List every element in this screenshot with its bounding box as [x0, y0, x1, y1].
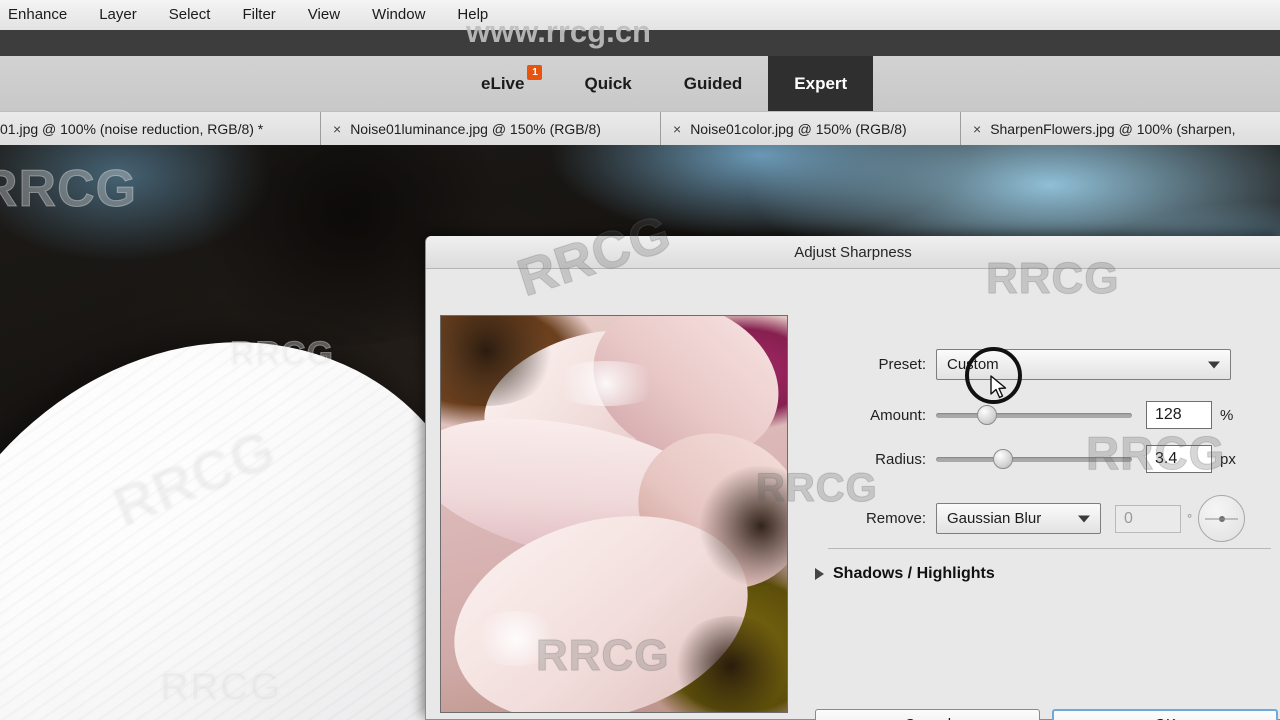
shadows-highlights-label: Shadows / Highlights: [833, 565, 995, 582]
document-tab-label: 01.jpg @ 100% (noise reduction, RGB/8) *: [0, 120, 264, 137]
amount-label: Amount:: [870, 406, 926, 424]
remove-row: Remove: Gaussian Blur 0 °: [818, 495, 1280, 542]
angle-dial-handle[interactable]: [1218, 515, 1225, 522]
section-divider: [828, 548, 1271, 549]
mode-tab-expert[interactable]: Expert: [768, 56, 874, 111]
preview-highlight: [546, 361, 666, 406]
mode-tab-elive[interactable]: eLive 1: [455, 56, 558, 111]
mode-tab-label: Guided: [683, 73, 743, 93]
close-icon[interactable]: ×: [333, 122, 341, 136]
amount-value: 128: [1155, 406, 1182, 423]
chevron-down-icon: [1208, 361, 1220, 368]
amount-row: Amount: 128 %: [818, 401, 1280, 429]
radius-row: Radius: 3.4 px: [818, 445, 1280, 473]
angle-input[interactable]: 0: [1115, 504, 1181, 533]
preview-highlight: [471, 611, 561, 666]
amount-slider-handle[interactable]: [976, 405, 997, 425]
cancel-button[interactable]: Cancel: [815, 709, 1041, 720]
preview-pane: − 100% +: [440, 276, 802, 713]
dialog-controls: Preview Preset: Custom Amount:: [815, 269, 1280, 720]
mode-tab-quick[interactable]: Quick: [558, 56, 657, 111]
amount-slider[interactable]: [936, 405, 1132, 425]
mode-tab-label: eLive: [481, 73, 525, 93]
app-root: RRCG RRCG RRCG RRCG Enhance Layer Select…: [0, 0, 1280, 720]
radius-slider-handle[interactable]: [992, 449, 1013, 469]
chevron-right-icon[interactable]: [815, 568, 824, 580]
radius-value: 3.4: [1155, 450, 1178, 467]
angle-dial[interactable]: [1198, 495, 1246, 542]
adjust-sharpness-dialog: Adjust Sharpness Preset: Custom Amount: …: [425, 204, 1280, 720]
document-tab-label: Noise01color.jpg @ 150% (RGB/8): [690, 120, 907, 137]
document-tab-label: Noise01luminance.jpg @ 150% (RGB/8): [350, 120, 601, 137]
dialog-body: − 100% + Preview Preset: Custom: [426, 269, 1280, 720]
radius-unit: px: [1220, 450, 1236, 468]
document-tab[interactable]: 01.jpg @ 100% (noise reduction, RGB/8) *: [0, 112, 321, 145]
menu-item-select[interactable]: Select: [153, 0, 227, 30]
remove-select[interactable]: Gaussian Blur: [936, 503, 1101, 534]
shadows-highlights-section[interactable]: Shadows / Highlights: [815, 565, 995, 583]
remove-select-value: Gaussian Blur: [947, 510, 1042, 527]
document-tab-label: SharpenFlowers.jpg @ 100% (sharpen,: [990, 120, 1236, 137]
radius-label: Radius:: [875, 450, 926, 468]
mouse-cursor-icon: [990, 375, 1007, 399]
menu-item-enhance[interactable]: Enhance: [0, 0, 83, 30]
menu-item-filter[interactable]: Filter: [226, 0, 291, 30]
remove-label: Remove:: [865, 510, 926, 527]
document-tab[interactable]: × Noise01color.jpg @ 150% (RGB/8): [661, 112, 961, 145]
angle-value: 0: [1124, 509, 1133, 527]
mode-tab-label: Quick: [584, 73, 632, 93]
radius-input[interactable]: 3.4: [1146, 445, 1212, 473]
menu-item-layer[interactable]: Layer: [83, 0, 153, 30]
document-tab[interactable]: × Noise01luminance.jpg @ 150% (RGB/8): [321, 112, 661, 145]
ok-button[interactable]: OK: [1052, 709, 1278, 720]
amount-unit: %: [1220, 406, 1234, 424]
close-icon[interactable]: ×: [673, 122, 681, 136]
document-tab-bar: 01.jpg @ 100% (noise reduction, RGB/8) *…: [0, 111, 1280, 145]
preset-label: Preset:: [878, 356, 926, 373]
menu-item-window[interactable]: Window: [356, 0, 441, 30]
mode-bar: eLive 1 Quick Guided Expert: [0, 56, 1280, 112]
mode-tab-label: Expert: [794, 73, 848, 93]
preset-row: Preset: Custom: [818, 349, 1280, 380]
dialog-button-row: Cancel OK: [815, 709, 1278, 720]
close-icon[interactable]: ×: [973, 122, 981, 136]
elive-badge: 1: [527, 65, 543, 80]
chevron-down-icon: [1078, 515, 1090, 522]
document-tab-active[interactable]: × SharpenFlowers.jpg @ 100% (sharpen,: [961, 112, 1280, 145]
preview-image[interactable]: [440, 315, 788, 713]
mode-tab-guided[interactable]: Guided: [658, 56, 769, 111]
menu-item-view[interactable]: View: [292, 0, 356, 30]
radius-slider[interactable]: [936, 449, 1132, 469]
watermark-site: www.rrcg.cn: [466, 14, 651, 49]
amount-input[interactable]: 128: [1146, 401, 1212, 429]
degree-symbol: °: [1187, 511, 1193, 526]
dialog-title-bar[interactable]: Adjust Sharpness: [426, 236, 1280, 269]
preview-shadow: [671, 616, 787, 712]
dialog-title: Adjust Sharpness: [794, 243, 912, 261]
